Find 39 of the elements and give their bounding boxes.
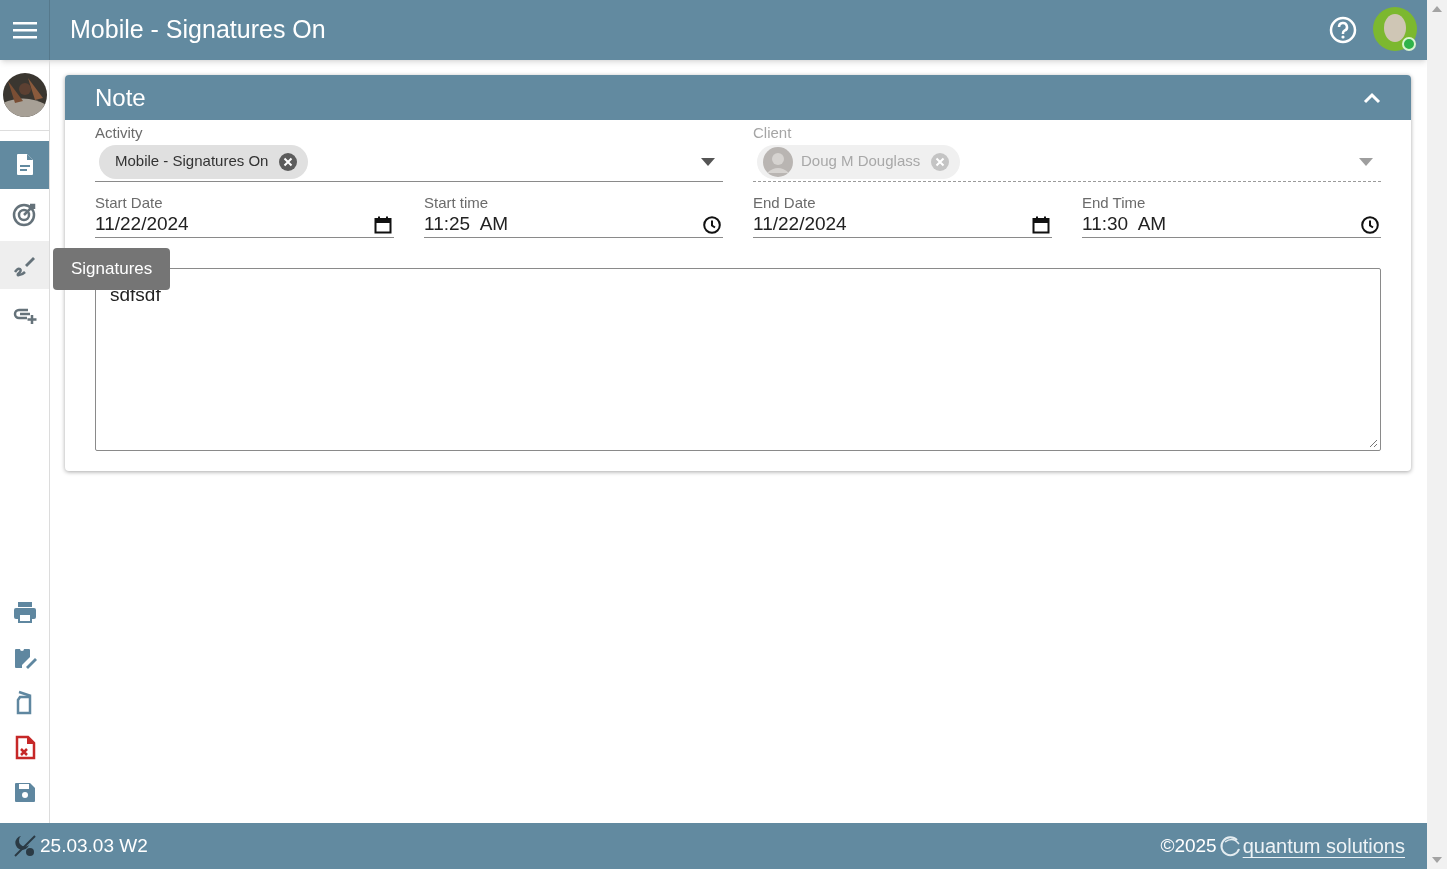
time-field[interactable]: 11:30 AM: [1082, 212, 1381, 238]
page-title: Mobile - Signatures On: [70, 14, 326, 46]
calendar-icon[interactable]: [1032, 215, 1050, 234]
field-label: Activity: [95, 124, 144, 142]
resize-handle-icon[interactable]: [1369, 439, 1378, 448]
calendar-icon[interactable]: [374, 215, 392, 234]
clock-icon[interactable]: [703, 215, 721, 234]
field-label: Client: [753, 124, 793, 142]
field-label: Start Date: [95, 194, 164, 212]
date-field[interactable]: 11/22/2024: [95, 212, 394, 238]
time-field[interactable]: 11:25 AM: [424, 212, 723, 238]
copyright-text: ©2025: [1160, 833, 1217, 858]
moon-sun-icon: [12, 833, 38, 859]
field-label: End Time: [1082, 194, 1147, 212]
field-label: End Date: [753, 194, 817, 212]
avatar: [763, 146, 793, 177]
help-icon[interactable]: [1329, 16, 1357, 44]
target-icon: [11, 202, 38, 228]
sidebar-item[interactable]: [0, 241, 49, 289]
card-title: Note: [95, 82, 146, 113]
scrollbar[interactable]: [1427, 0, 1447, 869]
user-avatar[interactable]: [1373, 7, 1419, 53]
scroll-up-icon[interactable]: [1432, 6, 1442, 12]
select-field[interactable]: Mobile - Signatures On: [95, 142, 723, 182]
chip-label: Mobile - Signatures On: [115, 151, 269, 172]
printer-icon: [11, 599, 38, 626]
dropdown-arrow-icon[interactable]: [701, 157, 715, 166]
tooltip: Signatures: [53, 248, 171, 290]
date-field[interactable]: 11/22/2024: [753, 212, 1052, 238]
chevron-up-icon[interactable]: [1363, 91, 1381, 104]
chip-label: Doug M Douglass: [801, 151, 921, 172]
version-text: 25.03.03 W2: [40, 833, 148, 858]
scroll-down-icon[interactable]: [1432, 857, 1442, 863]
brand-name: quantum solutions: [1242, 834, 1405, 859]
remove-icon[interactable]: [278, 151, 299, 172]
sidebar-item[interactable]: [0, 141, 49, 189]
chip[interactable]: Mobile - Signatures On: [99, 144, 309, 179]
field-label: Start time: [424, 194, 490, 212]
clock-icon[interactable]: [1361, 215, 1379, 234]
